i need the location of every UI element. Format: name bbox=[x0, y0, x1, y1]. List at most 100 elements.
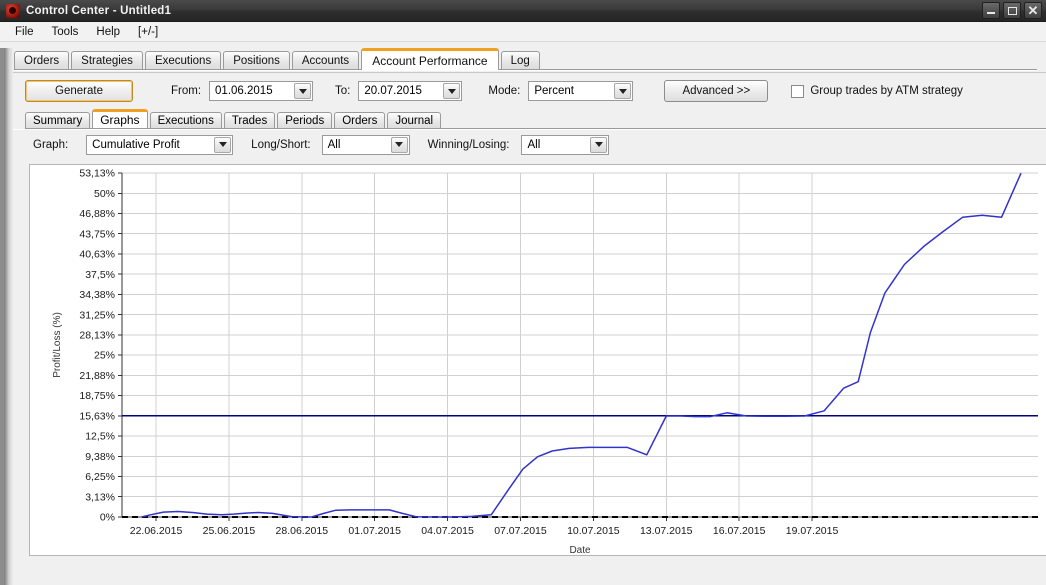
y-axis-tick-label: 43,75% bbox=[79, 228, 115, 240]
menu-item-tools[interactable]: Tools bbox=[43, 24, 88, 40]
title-bar: Control Center - Untitled1 ✕ bbox=[0, 0, 1046, 22]
sub-tab-strip: Summary Graphs Executions Trades Periods… bbox=[13, 109, 1046, 128]
group-trades-checkbox[interactable] bbox=[791, 84, 805, 98]
winning-losing-select[interactable]: All bbox=[521, 134, 610, 155]
subtab-summary-label: Summary bbox=[33, 114, 83, 127]
x-axis-tick-label: 16.07.2015 bbox=[713, 525, 766, 537]
long-short-value: All bbox=[327, 138, 341, 151]
main-tab-strip: Orders Strategies Executions Positions A… bbox=[13, 48, 1046, 70]
from-label: From: bbox=[171, 85, 202, 97]
advanced-button[interactable]: Advanced >> bbox=[664, 80, 769, 102]
y-axis-tick-label: 3,13% bbox=[85, 491, 115, 503]
subtab-trades[interactable]: Trades bbox=[223, 112, 276, 128]
from-date-input[interactable]: 01.06.2015 bbox=[209, 81, 314, 101]
mode-value: Percent bbox=[534, 85, 574, 97]
close-icon[interactable]: ✕ bbox=[1024, 2, 1042, 19]
y-axis-tick-label: 0% bbox=[100, 512, 115, 524]
subtab-journal[interactable]: Journal bbox=[387, 112, 442, 128]
x-axis-tick-label: 19.07.2015 bbox=[786, 525, 839, 537]
tab-strategies-label: Strategies bbox=[81, 55, 133, 67]
subtab-journal-label: Journal bbox=[395, 114, 434, 127]
x-axis-tick-label: 07.07.2015 bbox=[494, 525, 547, 537]
subtab-graphs-label: Graphs bbox=[100, 113, 140, 127]
window-left-frame bbox=[4, 48, 13, 585]
chevron-down-icon[interactable] bbox=[214, 136, 232, 153]
chevron-down-icon[interactable] bbox=[590, 136, 608, 153]
y-axis-tick-label: 34,38% bbox=[79, 289, 115, 301]
tab-separator bbox=[14, 69, 1037, 71]
tab-executions[interactable]: Executions bbox=[144, 51, 222, 70]
tab-accounts[interactable]: Accounts bbox=[291, 51, 360, 70]
subtab-executions[interactable]: Executions bbox=[149, 112, 222, 128]
chevron-down-icon[interactable] bbox=[294, 83, 312, 99]
menu-bar: File Tools Help [+/-] bbox=[0, 22, 1046, 42]
graph-type-select[interactable]: Cumulative Profit bbox=[86, 134, 234, 155]
x-axis-tick-label: 04.07.2015 bbox=[421, 525, 474, 537]
chevron-down-icon[interactable] bbox=[390, 136, 408, 153]
x-axis-tick-label: 10.07.2015 bbox=[567, 525, 620, 537]
window-controls: ✕ bbox=[982, 2, 1042, 19]
to-date-input[interactable]: 20.07.2015 bbox=[358, 81, 463, 101]
subtab-executions-label: Executions bbox=[157, 114, 214, 127]
to-label: To: bbox=[335, 85, 351, 97]
subtab-orders-label: Orders bbox=[342, 114, 378, 127]
subtab-trades-label: Trades bbox=[231, 114, 268, 127]
graph-type-value: Cumulative Profit bbox=[92, 138, 180, 151]
x-axis-tick-label: 22.06.2015 bbox=[130, 525, 183, 537]
tab-log-label: Log bbox=[510, 55, 530, 67]
graph-filter-bar: Graph: Cumulative Profit Long/Short: All… bbox=[13, 129, 1046, 159]
y-axis-tick-label: 53,13% bbox=[79, 168, 115, 180]
chevron-down-icon[interactable] bbox=[443, 83, 461, 99]
x-axis-tick-label: 01.07.2015 bbox=[348, 525, 401, 537]
y-axis-tick-label: 46,88% bbox=[79, 208, 115, 220]
generate-button[interactable]: Generate bbox=[25, 80, 133, 102]
subtab-periods[interactable]: Periods bbox=[277, 112, 333, 128]
chevron-down-icon[interactable] bbox=[614, 83, 632, 99]
to-date-value: 20.07.2015 bbox=[364, 85, 422, 97]
minimize-button[interactable] bbox=[982, 2, 1000, 19]
tab-positions[interactable]: Positions bbox=[223, 51, 290, 70]
tab-account-performance[interactable]: Account Performance bbox=[361, 48, 499, 70]
menu-item-help[interactable]: Help bbox=[87, 24, 129, 40]
subtab-orders[interactable]: Orders bbox=[334, 112, 386, 128]
account-performance-panel: Generate From: 01.06.2015 To: 20.07.2015… bbox=[13, 72, 1046, 556]
mode-select[interactable]: Percent bbox=[528, 81, 634, 101]
tab-orders-label: Orders bbox=[24, 55, 60, 67]
y-axis-tick-label: 12,5% bbox=[85, 431, 115, 443]
menu-item-file[interactable]: File bbox=[6, 24, 43, 40]
window-title: Control Center - Untitled1 bbox=[26, 4, 172, 17]
window-body: Orders Strategies Executions Positions A… bbox=[0, 48, 1046, 585]
y-axis-tick-label: 31,25% bbox=[79, 309, 115, 321]
from-date-value: 01.06.2015 bbox=[215, 85, 273, 97]
tab-strategies[interactable]: Strategies bbox=[71, 51, 143, 70]
maximize-button[interactable] bbox=[1003, 2, 1021, 19]
cumulative-profit-chart: 0% 3,13% 6,25% 9,38% 12,5% 15,63% 18,75% 21,88%… bbox=[29, 164, 1046, 556]
x-axis-tick-label: 28.06.2015 bbox=[276, 525, 329, 537]
y-axis-tick-label: 28,13% bbox=[79, 329, 115, 341]
winning-losing-label: Winning/Losing: bbox=[427, 138, 510, 151]
y-axis-tick-label: 21,88% bbox=[79, 370, 115, 382]
tab-positions-label: Positions bbox=[233, 55, 280, 67]
y-axis-title: Profit/Loss (%) bbox=[52, 312, 63, 378]
cumulative-profit-series bbox=[141, 172, 1022, 518]
tab-orders[interactable]: Orders bbox=[14, 51, 70, 70]
y-axis-tick-label: 15,63% bbox=[79, 410, 115, 422]
y-axis-tick-label: 40,63% bbox=[79, 249, 115, 261]
x-axis-tick-label: 25.06.2015 bbox=[203, 525, 256, 537]
subtab-graphs[interactable]: Graphs bbox=[92, 109, 148, 128]
subtab-summary[interactable]: Summary bbox=[25, 112, 91, 128]
menu-item-plusminus[interactable]: [+/-] bbox=[129, 24, 167, 40]
chart-canvas: 0% 3,13% 6,25% 9,38% 12,5% 15,63% 18,75% 21,88%… bbox=[52, 168, 1038, 555]
tab-account-performance-label: Account Performance bbox=[372, 53, 488, 68]
advanced-button-label: Advanced >> bbox=[682, 85, 751, 97]
tab-log[interactable]: Log bbox=[500, 51, 540, 70]
x-axis-title: Date bbox=[569, 545, 591, 555]
generate-button-label: Generate bbox=[55, 85, 103, 97]
y-axis-tick-label: 25% bbox=[94, 350, 115, 362]
mode-label: Mode: bbox=[488, 85, 521, 97]
winning-losing-value: All bbox=[527, 138, 541, 151]
report-toolbar: Generate From: 01.06.2015 To: 20.07.2015… bbox=[13, 73, 1046, 109]
group-trades-label: Group trades by ATM strategy bbox=[810, 85, 963, 97]
y-axis-tick-label: 9,38% bbox=[85, 451, 115, 463]
long-short-select[interactable]: All bbox=[321, 134, 410, 155]
